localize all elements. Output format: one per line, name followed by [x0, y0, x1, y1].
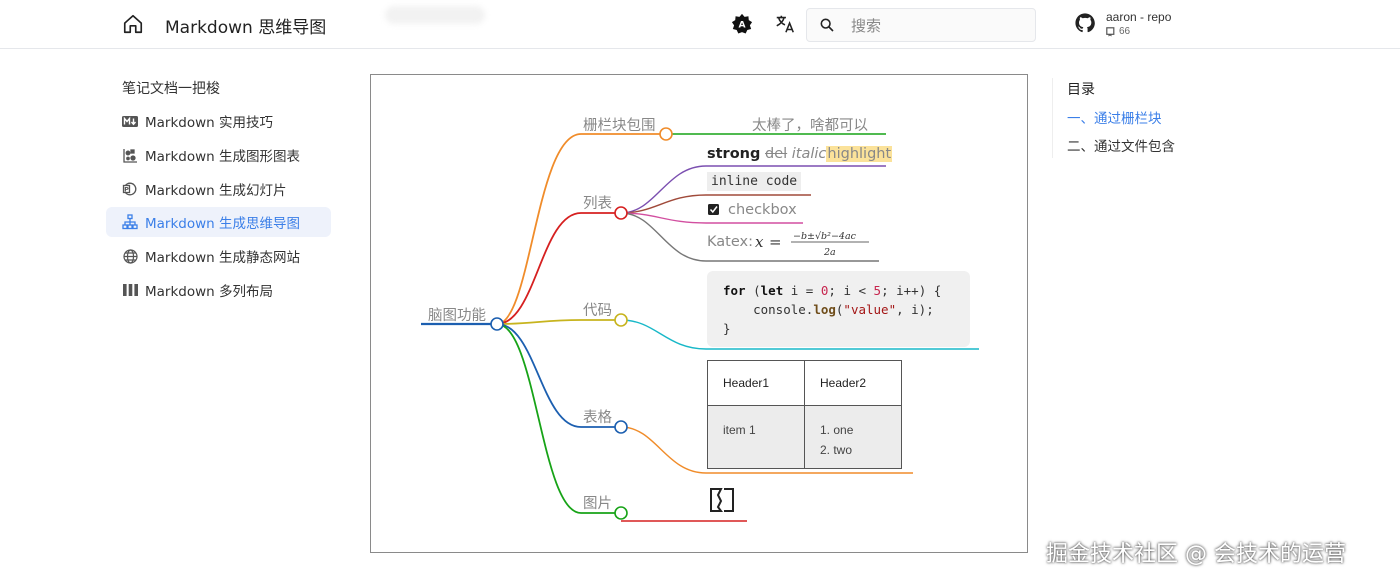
checkbox-icon [708, 204, 719, 215]
branch-table-label: 表格 [583, 410, 612, 426]
blurred-region [385, 6, 485, 24]
home-icon[interactable] [122, 13, 144, 35]
repo-star-count: 66 [1119, 26, 1131, 37]
book-icon [1106, 26, 1115, 36]
toc-item-fence[interactable]: 一、通过栅栏块 [1067, 107, 1162, 127]
branch-fence-label: 栅栏块包围 [583, 118, 656, 134]
toc-title: 目录 [1067, 82, 1095, 98]
list-line-2: 2. two [820, 443, 853, 457]
sidebar-item-label: Markdown 生成静态网站 [145, 250, 301, 266]
table-of-contents: 目录 一、通过栅栏块 二、通过文件包含 [1052, 78, 1252, 158]
list-node [614, 206, 628, 220]
sidebar-item-slides[interactable]: P Markdown 生成幻灯片 [106, 174, 331, 204]
table-node [614, 420, 628, 434]
branch-list-label: 列表 [583, 196, 612, 212]
search-icon [820, 18, 834, 32]
top-header: Markdown 思维导图 A aaron - repo 66 [0, 0, 1400, 49]
italic-text: italic [791, 146, 827, 162]
branch-code-line [496, 319, 621, 325]
inline-code-text: inline code [707, 172, 802, 191]
broken-image-icon [710, 488, 734, 512]
table-cell-1: item 1 [707, 405, 805, 469]
table-cell-2: 1. one 2. two [804, 405, 902, 469]
strong-text: strong [707, 146, 761, 162]
chart-shapes-icon [122, 147, 138, 163]
checkbox-label: checkbox [728, 202, 797, 218]
branch-code-label: 代码 [583, 303, 612, 319]
site-title[interactable]: Markdown 思维导图 [165, 13, 326, 38]
highlight-text: highlight [826, 146, 893, 162]
svg-text:−b±√b²−4ac: −b±√b²−4ac [793, 231, 857, 242]
sidebar-item-label: Markdown 生成思维导图 [145, 216, 301, 232]
katex-formula: x = −b±√b²−4ac 2a [755, 231, 869, 258]
sidebar-item-label: Markdown 多列布局 [145, 284, 274, 300]
toc-item-file-include[interactable]: 二、通过文件包含 [1067, 135, 1175, 155]
code-node [614, 313, 628, 327]
root-node [490, 317, 504, 331]
mindmap-root-label: 脑图功能 [428, 308, 486, 324]
svg-text:x: x [755, 233, 764, 251]
del-text: del [765, 146, 788, 162]
sidebar-item-static-site[interactable]: Markdown 生成静态网站 [106, 241, 331, 271]
search-box[interactable] [806, 8, 1036, 42]
code-block: for (let i = 0; i < 5; i++) { console.lo… [707, 271, 970, 347]
svg-text:=: = [769, 233, 782, 251]
repo-name: aaron - repo [1106, 10, 1172, 24]
slides-icon: P [122, 181, 138, 197]
sidebar-item-label: Markdown 实用技巧 [145, 115, 274, 131]
list-line-1: 1. one [820, 423, 854, 437]
sidebar-title: 笔记文档一把梭 [122, 81, 220, 97]
table-header-1: Header1 [707, 360, 805, 406]
branch-image-label: 图片 [583, 496, 612, 512]
fence-node [659, 127, 673, 141]
branch-fence-line [496, 133, 666, 325]
github-icon [1075, 13, 1095, 33]
theme-toggle-icon[interactable]: A [731, 13, 753, 35]
katex-label: Katex: [707, 234, 753, 250]
svg-text:A: A [738, 20, 746, 31]
sidebar-item-columns[interactable]: Markdown 多列布局 [106, 275, 331, 305]
sidebar-item-mindmap[interactable]: Markdown 生成思维导图 [106, 207, 331, 237]
globe-icon [122, 248, 138, 264]
mindmap-panel[interactable]: x = −b±√b²−4ac 2a 脑图功能 栅栏块包围 列表 代码 表格 图片… [370, 74, 1028, 553]
columns-icon [122, 282, 138, 298]
sidebar-item-label: Markdown 生成幻灯片 [145, 183, 287, 199]
svg-text:2a: 2a [823, 247, 836, 258]
sitemap-icon [122, 214, 138, 230]
mindmap-table: Header1 Header2 item 1 1. one 2. two [707, 360, 902, 469]
list-leaf-formatting: strong del italichighlight [707, 146, 893, 162]
markdown-icon [122, 113, 138, 129]
table-header-2: Header2 [804, 360, 902, 406]
fence-leaf-text: 太棒了，啥都可以 [752, 118, 868, 134]
translate-icon[interactable] [774, 13, 796, 35]
image-node [614, 506, 628, 520]
sidebar-item-charts[interactable]: Markdown 生成图形图表 [106, 140, 331, 170]
repo-link[interactable]: aaron - repo 66 [1075, 8, 1205, 42]
svg-text:P: P [124, 186, 129, 194]
repo-stars: 66 [1106, 26, 1130, 37]
sidebar-item-label: Markdown 生成图形图表 [145, 149, 301, 165]
watermark: 掘金技术社区 @ 会技术的运营 [1046, 542, 1346, 567]
sidebar-item-markdown-tips[interactable]: Markdown 实用技巧 [106, 106, 331, 136]
search-input[interactable] [851, 15, 1031, 37]
